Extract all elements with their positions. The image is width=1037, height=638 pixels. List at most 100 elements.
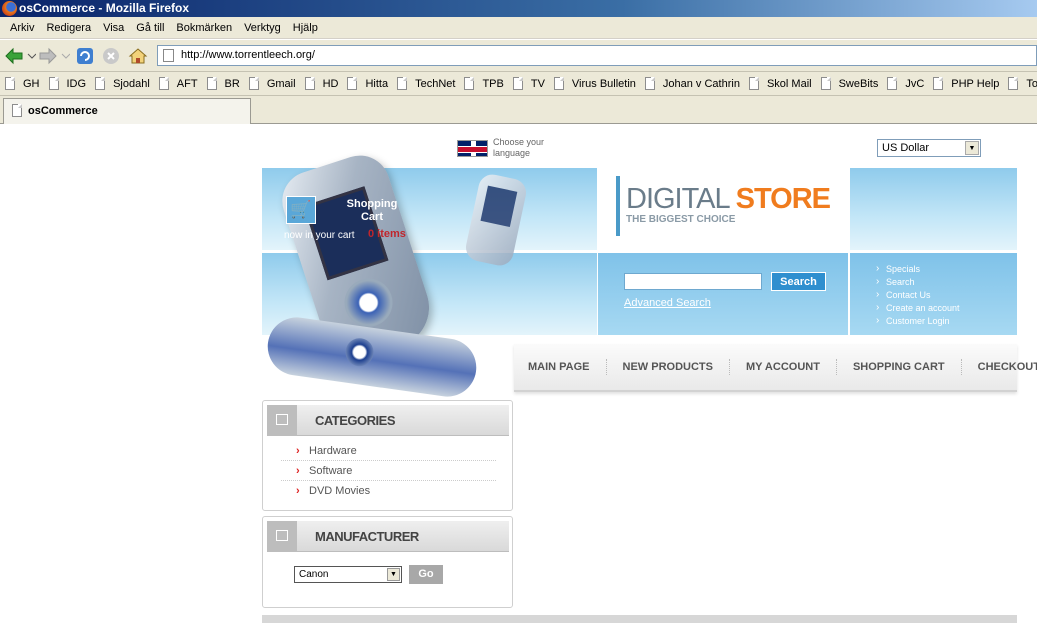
bookmark-item[interactable]: Virus Bulletin: [553, 77, 636, 90]
search-panel: [598, 253, 848, 335]
menu-bokmarken[interactable]: Bokmärken: [170, 17, 238, 39]
tab-bar: osCommerce: [0, 96, 1037, 124]
forward-icon[interactable]: [38, 47, 70, 65]
bookmark-item[interactable]: To: [1008, 77, 1037, 90]
bookmark-item[interactable]: PHP Help: [933, 77, 999, 90]
bookmark-item[interactable]: Johan v Cathrin: [644, 77, 740, 90]
shopping-cart-icon[interactable]: 🛒: [286, 196, 316, 224]
search-button[interactable]: Search: [771, 272, 826, 291]
quick-links: Specials Search Contact Us Create an acc…: [874, 262, 960, 328]
page-content: Choose your language US Dollar ▼ DIGITAL…: [0, 125, 1037, 638]
bookmark-item[interactable]: SweBits: [820, 77, 879, 90]
link-specials[interactable]: Specials: [874, 262, 960, 276]
bookmark-item[interactable]: Gmail: [248, 77, 296, 90]
bookmark-item[interactable]: TV: [512, 77, 545, 90]
manufacturer-header: MANUFACTURER: [267, 521, 509, 552]
link-create-account[interactable]: Create an account: [874, 301, 960, 315]
browser-window: osCommerce - Mozilla Firefox Arkiv Redig…: [0, 0, 1037, 638]
search-input[interactable]: [624, 273, 762, 290]
address-bar[interactable]: http://www.torrentleech.org/: [157, 45, 1037, 66]
bookmark-item[interactable]: TechNet: [397, 77, 455, 90]
bookmark-page-icon: [248, 77, 259, 90]
category-software[interactable]: Software: [281, 461, 496, 481]
bookmark-item[interactable]: TPB: [464, 77, 504, 90]
bookmark-label: Sjodahl: [113, 77, 150, 90]
bookmark-label: Johan v Cathrin: [662, 77, 740, 90]
manufacturer-title: MANUFACTURER: [315, 529, 419, 544]
chevron-down-icon[interactable]: ▼: [387, 568, 400, 581]
main-navigation: MAIN PAGE NEW PRODUCTS MY ACCOUNT SHOPPI…: [514, 344, 1037, 392]
nav-shopping-cart[interactable]: SHOPPING CART: [837, 359, 962, 375]
back-icon[interactable]: [4, 47, 36, 65]
phone-screen: [480, 185, 518, 228]
menu-hjalp[interactable]: Hjälp: [287, 17, 324, 39]
tab-oscommerce[interactable]: osCommerce: [3, 98, 251, 124]
logo-accent: STORE: [735, 183, 831, 215]
address-url: http://www.torrentleech.org/: [181, 49, 315, 61]
bookmark-item[interactable]: GH: [5, 77, 40, 90]
menu-visa[interactable]: Visa: [97, 17, 130, 39]
nav-new-products[interactable]: NEW PRODUCTS: [607, 359, 730, 375]
window-title: osCommerce - Mozilla Firefox: [19, 1, 190, 15]
bookmark-label: Gmail: [266, 77, 296, 90]
nav-checkout[interactable]: CHECKOUT: [962, 359, 1037, 375]
firefox-icon: [2, 1, 17, 16]
logo-text: DIGITAL STORE: [626, 183, 831, 216]
bookmark-item[interactable]: HD: [304, 77, 338, 90]
bookmark-page-icon: [748, 77, 759, 90]
bookmark-label: SweBits: [838, 77, 879, 90]
shopping-cart-link[interactable]: Shopping Cart: [337, 198, 407, 224]
currency-select[interactable]: US Dollar ▼: [877, 139, 981, 157]
bookmark-item[interactable]: Skol Mail: [748, 77, 812, 90]
uk-flag-icon[interactable]: [457, 140, 488, 157]
link-search[interactable]: Search: [874, 275, 960, 289]
chevron-down-icon[interactable]: ▼: [965, 141, 979, 155]
bookmark-item[interactable]: JvC: [887, 77, 924, 90]
bookmark-label: Hitta: [365, 77, 389, 90]
bookmark-page-icon: [644, 77, 655, 90]
home-icon[interactable]: [128, 47, 148, 65]
advanced-search-link[interactable]: Advanced Search: [624, 297, 711, 309]
bookmark-item[interactable]: AFT: [158, 77, 198, 90]
bookmark-label: PHP Help: [951, 77, 1000, 90]
menu-arkiv[interactable]: Arkiv: [4, 17, 40, 39]
category-dvd-movies[interactable]: DVD Movies: [281, 481, 496, 501]
bookmark-page-icon: [48, 77, 59, 90]
bookmark-page-icon: [5, 77, 15, 90]
bookmark-item[interactable]: Hitta: [347, 77, 388, 90]
bookmark-page-icon: [820, 77, 831, 90]
bookmark-item[interactable]: IDG: [48, 77, 86, 90]
bookmark-label: Skol Mail: [766, 77, 812, 90]
bookmark-label: BR: [224, 77, 240, 90]
stop-icon[interactable]: [102, 47, 120, 65]
bookmark-page-icon: [158, 77, 169, 90]
currency-value: US Dollar: [882, 142, 930, 154]
bookmark-page-icon: [304, 77, 315, 90]
menu-redigera[interactable]: Redigera: [40, 17, 97, 39]
store-header: DIGITAL STORE THE BIGGEST CHOICE 🛒 Shopp…: [262, 147, 1037, 401]
logo-bar: [616, 176, 620, 236]
reload-icon[interactable]: [76, 47, 94, 65]
logo-subtitle: THE BIGGEST CHOICE: [626, 214, 736, 225]
menu-verktyg[interactable]: Verktyg: [238, 17, 287, 39]
bookmark-label: Virus Bulletin: [571, 77, 636, 90]
go-button[interactable]: Go: [409, 565, 443, 584]
bookmark-label: TPB: [482, 77, 504, 90]
nav-main-page[interactable]: MAIN PAGE: [528, 359, 607, 375]
bookmark-label: TechNet: [415, 77, 456, 90]
language-label: Choose your language: [493, 137, 545, 158]
bookmark-item[interactable]: BR: [206, 77, 240, 90]
link-customer-login[interactable]: Customer Login: [874, 314, 960, 328]
title-bar: osCommerce - Mozilla Firefox: [0, 0, 1037, 17]
bookmark-page-icon: [397, 77, 408, 90]
menu-ga-till[interactable]: Gå till: [130, 17, 170, 39]
link-contact-us[interactable]: Contact Us: [874, 288, 960, 302]
navigation-toolbar: http://www.torrentleech.org/: [0, 40, 1037, 72]
bookmark-page-icon: [206, 77, 217, 90]
store-logo[interactable]: DIGITAL STORE THE BIGGEST CHOICE: [598, 168, 848, 250]
bookmark-item[interactable]: Sjodahl: [95, 77, 150, 90]
manufacturer-select[interactable]: Canon ▼: [294, 566, 402, 583]
category-hardware[interactable]: Hardware: [281, 441, 496, 461]
nav-my-account[interactable]: MY ACCOUNT: [730, 359, 837, 375]
categories-header: CATEGORIES: [267, 405, 509, 436]
